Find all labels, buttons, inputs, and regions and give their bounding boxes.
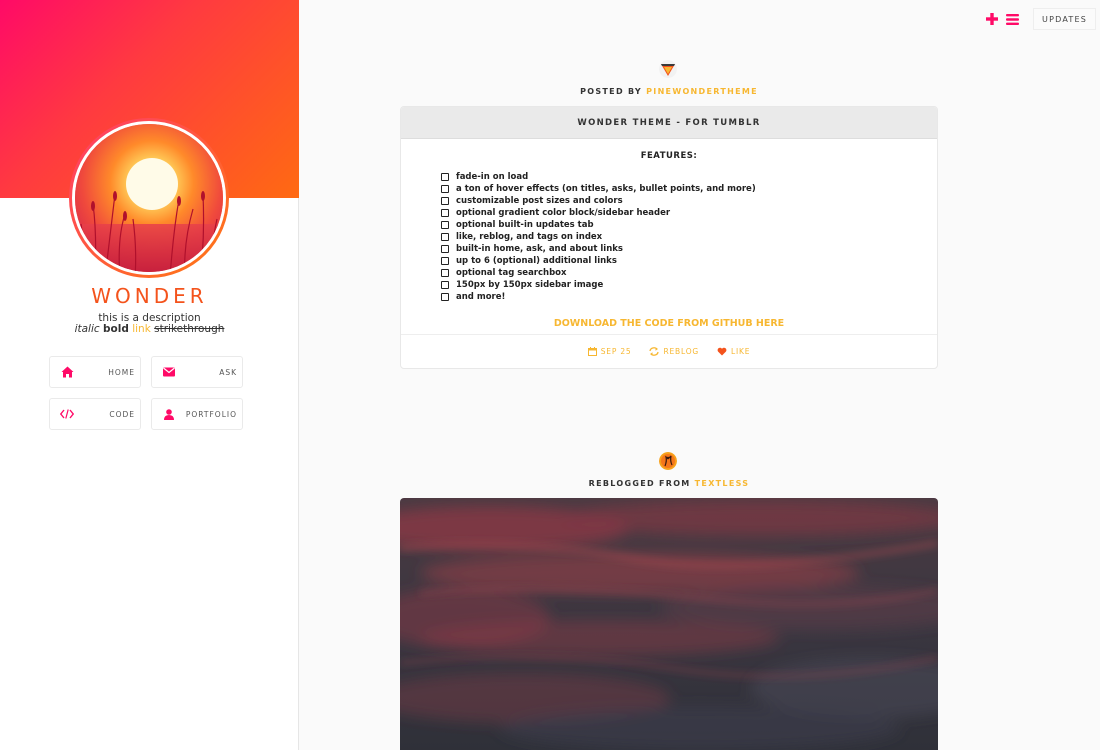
post-photo[interactable] bbox=[400, 498, 938, 750]
post-meta: REBLOGGED FROM TEXTLESS bbox=[400, 479, 938, 488]
code-icon bbox=[60, 407, 74, 421]
envelope-icon bbox=[162, 365, 176, 379]
plus-icon[interactable] bbox=[985, 12, 999, 26]
checkbox[interactable] bbox=[441, 245, 449, 253]
calendar-icon bbox=[587, 347, 597, 356]
updates-tab[interactable]: UPDATES bbox=[1033, 8, 1096, 30]
nav-ask-button[interactable]: ASK bbox=[151, 356, 243, 388]
nav-portfolio-label: PORTFOLIO bbox=[185, 409, 237, 419]
nav-ask-label: ASK bbox=[219, 367, 237, 377]
post-date[interactable]: SEP 25 bbox=[587, 347, 632, 356]
checkbox[interactable] bbox=[441, 269, 449, 277]
reblog-label: REBLOG bbox=[663, 347, 700, 356]
post-author-link[interactable]: PINEWONDERTHEME bbox=[646, 87, 758, 96]
checkbox[interactable] bbox=[441, 197, 449, 205]
user-icon bbox=[162, 407, 176, 421]
feature-list: fade-in on load a ton of hover effects (… bbox=[441, 171, 937, 303]
nav-code-label: CODE bbox=[109, 409, 135, 419]
like-label: LIKE bbox=[731, 347, 751, 356]
reblog-icon bbox=[649, 347, 660, 356]
description-link[interactable]: link bbox=[132, 323, 151, 335]
list-item: and more! bbox=[441, 291, 937, 303]
checkbox[interactable] bbox=[441, 281, 449, 289]
checkbox[interactable] bbox=[441, 173, 449, 181]
list-item: like, reblog, and tags on index bbox=[441, 231, 937, 243]
list-item: up to 6 (optional) additional links bbox=[441, 255, 937, 267]
sidebar: WONDER this is a description italic bold… bbox=[0, 0, 299, 750]
blog-title[interactable]: WONDER bbox=[0, 284, 299, 308]
post-footer: SEP 25 REBLOG LIKE bbox=[401, 334, 937, 368]
list-item: optional tag searchbox bbox=[441, 267, 937, 279]
post-meta: POSTED BY PINEWONDERTHEME bbox=[400, 87, 938, 96]
download-link[interactable]: DOWNLOAD THE CODE FROM GITHUB HERE bbox=[401, 318, 937, 329]
features-heading: FEATURES: bbox=[640, 151, 698, 161]
blog-description: this is a description italic bold link s… bbox=[0, 313, 299, 335]
checkbox[interactable] bbox=[441, 293, 449, 301]
checkbox[interactable] bbox=[441, 185, 449, 193]
nav-home-label: HOME bbox=[108, 367, 135, 377]
list-item: customizable post sizes and colors bbox=[441, 195, 937, 207]
checkbox[interactable] bbox=[441, 257, 449, 265]
list-item: optional built-in updates tab bbox=[441, 219, 937, 231]
checkbox[interactable] bbox=[441, 221, 449, 229]
checkbox[interactable] bbox=[441, 233, 449, 241]
avatar[interactable] bbox=[69, 118, 229, 278]
author-avatar[interactable] bbox=[659, 60, 677, 78]
list-item: 150px by 150px sidebar image bbox=[441, 279, 937, 291]
post-meta-prefix: POSTED BY bbox=[580, 87, 643, 96]
top-actions: UPDATES bbox=[985, 8, 1096, 30]
heart-icon bbox=[717, 347, 727, 356]
reblog-button[interactable]: REBLOG bbox=[649, 347, 699, 356]
description-italic: italic bbox=[74, 323, 100, 335]
description-strike: strikethrough bbox=[154, 323, 225, 335]
like-button[interactable]: LIKE bbox=[717, 347, 750, 356]
nav-portfolio-button[interactable]: PORTFOLIO bbox=[151, 398, 243, 430]
checkbox[interactable] bbox=[441, 209, 449, 217]
menu-icon[interactable] bbox=[1005, 12, 1019, 26]
sunset-image bbox=[75, 124, 223, 272]
list-item: optional gradient color block/sidebar he… bbox=[441, 207, 937, 219]
reblog-source-link[interactable]: TEXTLESS bbox=[695, 479, 750, 488]
list-item: built-in home, ask, and about links bbox=[441, 243, 937, 255]
description-bold: bold bbox=[103, 323, 129, 335]
post-meta-prefix: REBLOGGED FROM bbox=[588, 479, 691, 488]
post-title[interactable]: WONDER THEME - FOR TUMBLR bbox=[401, 107, 937, 139]
nav-home-button[interactable]: HOME bbox=[49, 356, 141, 388]
post-date-label: SEP 25 bbox=[600, 347, 632, 356]
nav-code-button[interactable]: CODE bbox=[49, 398, 141, 430]
list-item: fade-in on load bbox=[441, 171, 937, 183]
post-card: WONDER THEME - FOR TUMBLR FEATURES: fade… bbox=[400, 106, 938, 369]
reblog-source-avatar[interactable] bbox=[659, 452, 677, 470]
home-icon bbox=[60, 365, 74, 379]
list-item: a ton of hover effects (on titles, asks,… bbox=[441, 183, 937, 195]
